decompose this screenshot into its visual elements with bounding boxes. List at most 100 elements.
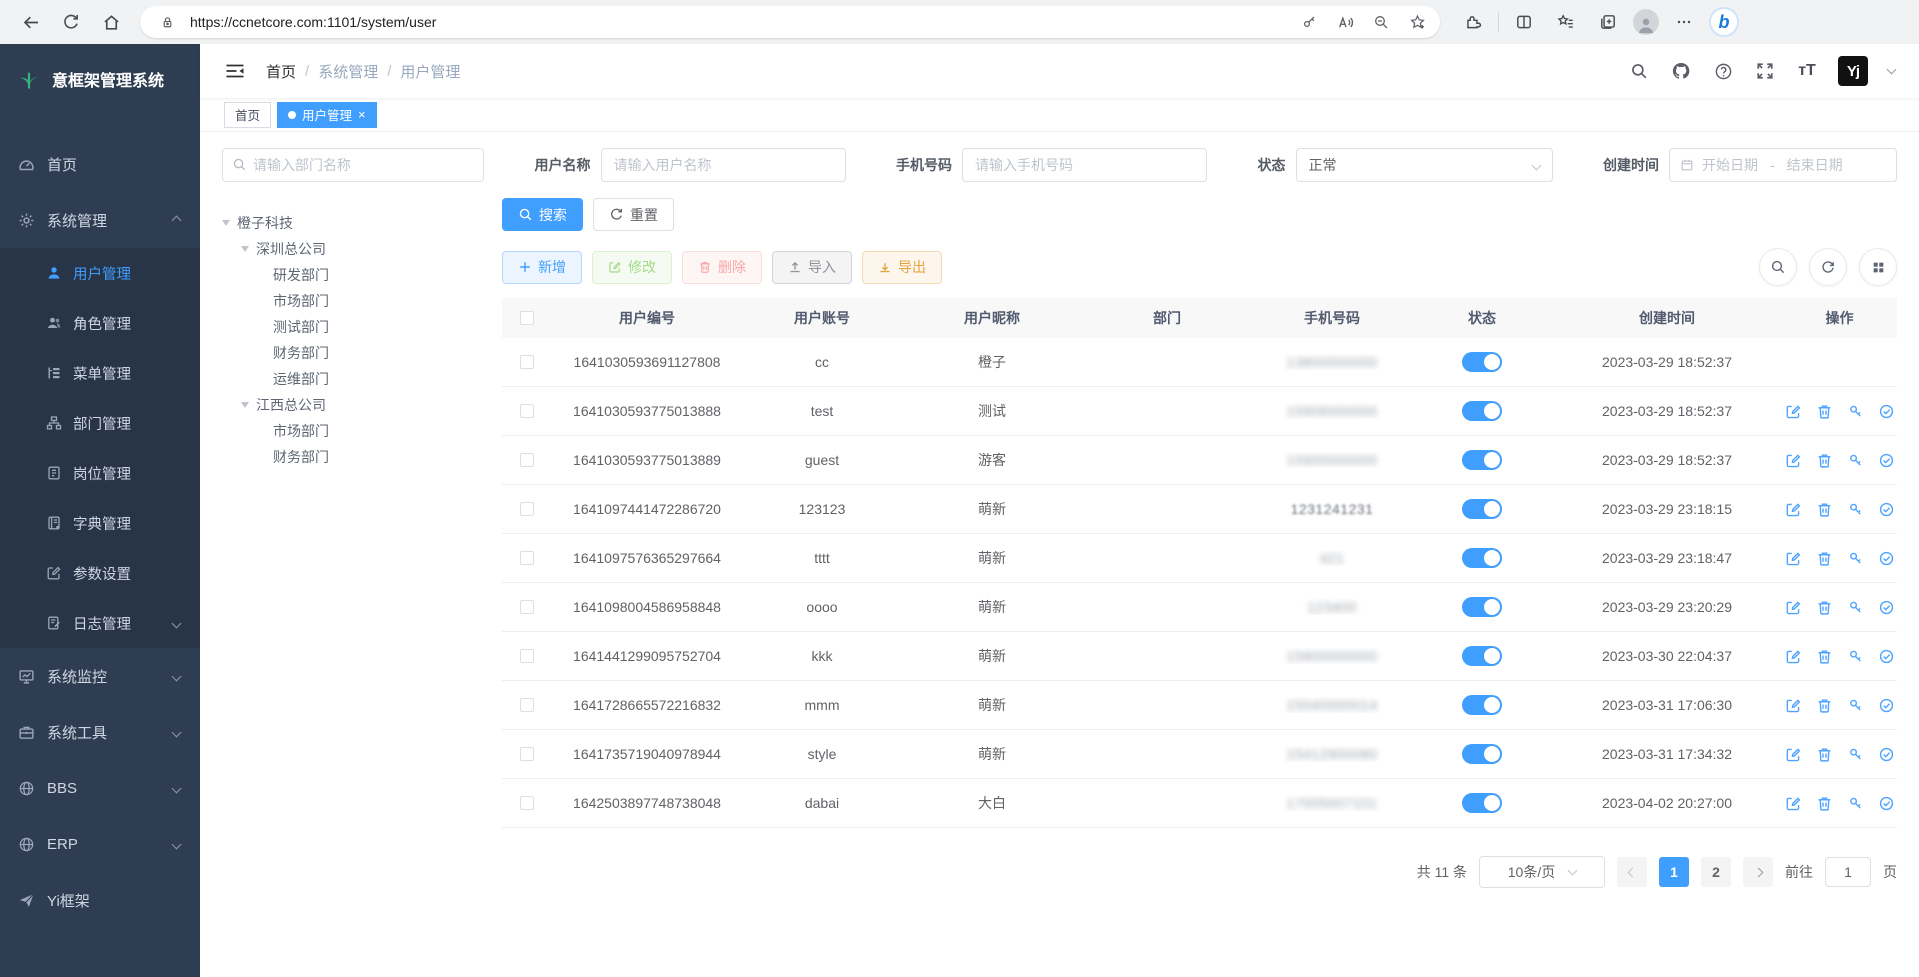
sidebar-item-dept-mgmt[interactable]: 部门管理 [0, 398, 200, 448]
favorite-add-icon[interactable] [1404, 9, 1430, 35]
reset-password-icon[interactable] [1847, 550, 1864, 567]
tree-node[interactable]: 财务部门 [222, 340, 484, 366]
assign-role-icon[interactable] [1878, 697, 1895, 714]
add-button[interactable]: 新增 [502, 251, 582, 284]
date-range-picker[interactable]: 开始日期 - 结束日期 [1669, 148, 1897, 182]
sidebar-item-menu-mgmt[interactable]: 菜单管理 [0, 348, 200, 398]
edit-icon[interactable] [1785, 648, 1802, 665]
breadcrumb-system[interactable]: 系统管理 [318, 61, 378, 82]
sidebar-item-system[interactable]: 系统管理 [0, 192, 200, 248]
address-bar[interactable]: https://ccnetcore.com:1101/system/user [140, 6, 1440, 38]
reset-password-icon[interactable] [1847, 697, 1864, 714]
fullscreen-icon[interactable] [1754, 60, 1776, 82]
assign-role-icon[interactable] [1878, 599, 1895, 616]
sidebar-item-log-mgmt[interactable]: 日志管理 [0, 598, 200, 648]
tree-node[interactable]: 江西总公司 [222, 392, 484, 418]
status-toggle[interactable] [1462, 499, 1502, 519]
status-select[interactable]: 正常 [1296, 148, 1553, 182]
row-checkbox[interactable] [520, 600, 534, 614]
sidebar-fold-icon[interactable] [224, 60, 246, 82]
reset-password-icon[interactable] [1847, 648, 1864, 665]
status-toggle[interactable] [1462, 597, 1502, 617]
zoom-out-icon[interactable] [1368, 9, 1394, 35]
edit-icon[interactable] [1785, 452, 1802, 469]
sidebar-item-yi-framework[interactable]: Yi框架 [0, 872, 200, 928]
home-icon[interactable] [94, 5, 128, 39]
import-button[interactable]: 导入 [772, 251, 852, 284]
url-text[interactable]: https://ccnetcore.com:1101/system/user [190, 14, 1286, 30]
tag-home[interactable]: 首页 [224, 102, 271, 128]
next-page-button[interactable] [1743, 857, 1773, 887]
row-checkbox[interactable] [520, 502, 534, 516]
edit-icon[interactable] [1785, 746, 1802, 763]
delete-button[interactable]: 删除 [682, 251, 762, 284]
user-logo[interactable]: Yj [1838, 56, 1868, 86]
reset-password-icon[interactable] [1847, 501, 1864, 518]
caret-down-icon[interactable] [1887, 64, 1897, 74]
row-checkbox[interactable] [520, 747, 534, 761]
refresh-icon[interactable] [54, 5, 88, 39]
columns-grid-icon[interactable] [1859, 248, 1897, 286]
search-circle-icon[interactable] [1759, 248, 1797, 286]
sidebar-item-post-mgmt[interactable]: 岗位管理 [0, 448, 200, 498]
tree-node[interactable]: 财务部门 [222, 444, 484, 470]
delete-icon[interactable] [1816, 550, 1833, 567]
page-button-2[interactable]: 2 [1701, 857, 1731, 887]
read-aloud-icon[interactable] [1332, 9, 1358, 35]
export-button[interactable]: 导出 [862, 251, 942, 284]
sidebar-item-bbs[interactable]: BBS [0, 760, 200, 816]
tree-node[interactable]: 市场部门 [222, 288, 484, 314]
delete-icon[interactable] [1816, 403, 1833, 420]
assign-role-icon[interactable] [1878, 746, 1895, 763]
dept-search-input[interactable] [222, 148, 484, 182]
favorites-bar-icon[interactable] [1549, 5, 1583, 39]
edit-icon[interactable] [1785, 550, 1802, 567]
status-toggle[interactable] [1462, 744, 1502, 764]
refresh-circle-icon[interactable] [1809, 248, 1847, 286]
edit-icon[interactable] [1785, 599, 1802, 616]
more-icon[interactable] [1667, 5, 1701, 39]
sidebar-item-user-mgmt[interactable]: 用户管理 [0, 248, 200, 298]
tree-node[interactable]: 研发部门 [222, 262, 484, 288]
edit-icon[interactable] [1785, 795, 1802, 812]
delete-icon[interactable] [1816, 795, 1833, 812]
status-toggle[interactable] [1462, 450, 1502, 470]
page-button-1[interactable]: 1 [1659, 857, 1689, 887]
tree-node[interactable]: 运维部门 [222, 366, 484, 392]
tree-node[interactable]: 橙子科技 [222, 210, 484, 236]
status-toggle[interactable] [1462, 695, 1502, 715]
font-size-icon[interactable]: тT [1796, 60, 1818, 82]
profile-avatar[interactable] [1633, 9, 1659, 35]
select-all-checkbox[interactable] [520, 311, 534, 325]
sidebar-item-erp[interactable]: ERP [0, 816, 200, 872]
page-size-select[interactable]: 10条/页 [1479, 856, 1605, 888]
status-toggle[interactable] [1462, 401, 1502, 421]
sidebar-item-home[interactable]: 首页 [0, 136, 200, 192]
assign-role-icon[interactable] [1878, 550, 1895, 567]
reset-password-icon[interactable] [1847, 452, 1864, 469]
github-icon[interactable] [1670, 60, 1692, 82]
search-button[interactable]: 搜索 [502, 198, 583, 231]
row-checkbox[interactable] [520, 649, 534, 663]
row-checkbox[interactable] [520, 453, 534, 467]
delete-icon[interactable] [1816, 452, 1833, 469]
assign-role-icon[interactable] [1878, 501, 1895, 518]
row-checkbox[interactable] [520, 355, 534, 369]
sidebar-item-tools[interactable]: 系统工具 [0, 704, 200, 760]
help-icon[interactable] [1712, 60, 1734, 82]
extensions-icon[interactable] [1456, 5, 1490, 39]
status-toggle[interactable] [1462, 352, 1502, 372]
status-toggle[interactable] [1462, 793, 1502, 813]
sidebar-item-role-mgmt[interactable]: 角色管理 [0, 298, 200, 348]
prev-page-button[interactable] [1617, 857, 1647, 887]
sidebar-item-monitor[interactable]: 系统监控 [0, 648, 200, 704]
reset-password-icon[interactable] [1847, 403, 1864, 420]
assign-role-icon[interactable] [1878, 403, 1895, 420]
row-checkbox[interactable] [520, 796, 534, 810]
delete-icon[interactable] [1816, 648, 1833, 665]
tag-user-mgmt[interactable]: 用户管理 × [277, 102, 377, 128]
row-checkbox[interactable] [520, 551, 534, 565]
tree-node[interactable]: 测试部门 [222, 314, 484, 340]
status-toggle[interactable] [1462, 646, 1502, 666]
collections-icon[interactable] [1591, 5, 1625, 39]
